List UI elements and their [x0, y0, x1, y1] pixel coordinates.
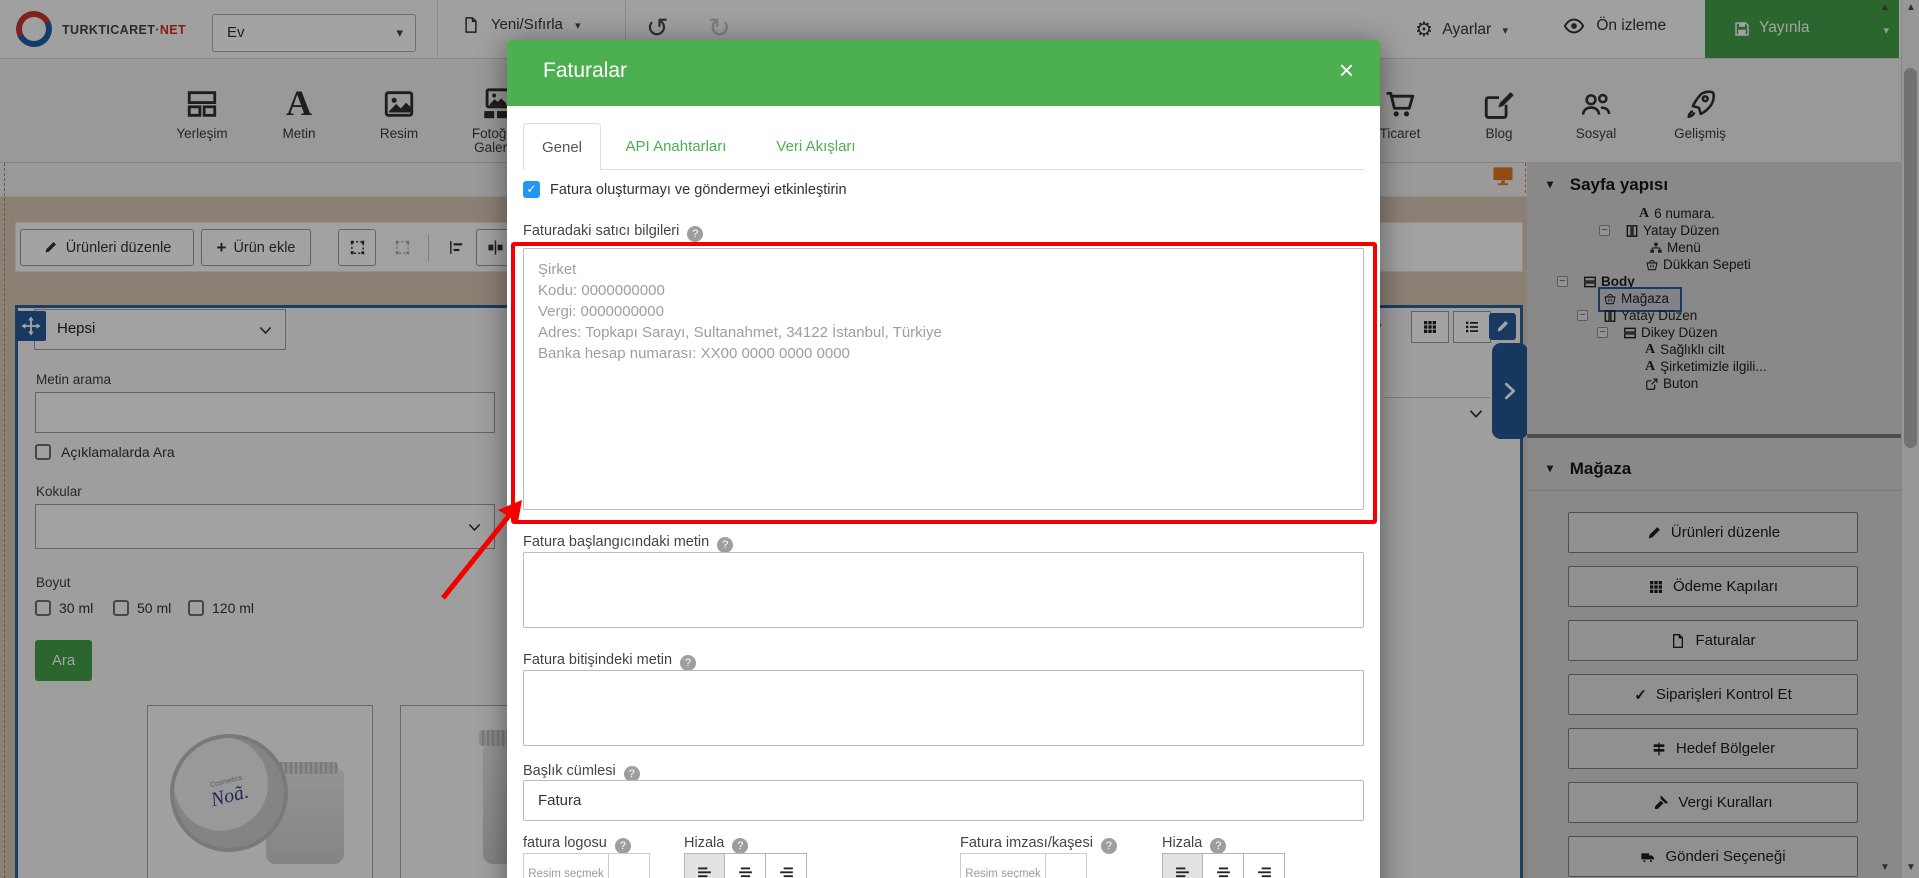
help-icon[interactable]: ? [1100, 838, 1117, 854]
invoice-end-label: Fatura bitişindeki metin? [523, 652, 697, 671]
align-center-button[interactable] [1203, 853, 1244, 878]
enable-invoices-row: ✓ Fatura oluşturmayı ve göndermeyi etkin… [523, 181, 847, 198]
tab-api-keys[interactable]: API Anahtarları [601, 123, 751, 170]
app-root: TURKTICARET·NET Ev ▾ Yeni/Sıfırla ▾ ↺ ↻ … [0, 0, 1919, 878]
align-right-icon [1256, 865, 1273, 878]
align-right-button[interactable] [1244, 853, 1285, 878]
align-label: Hizala? [684, 835, 749, 854]
edit-image-button[interactable] [609, 854, 649, 878]
edit-image-button[interactable] [1046, 854, 1086, 878]
logo-align-group [684, 853, 807, 878]
align-left-button[interactable] [684, 853, 725, 878]
modal-title: Faturalar [543, 59, 628, 82]
align-right-button[interactable] [766, 853, 807, 878]
tab-general[interactable]: Genel [523, 123, 601, 170]
title-phrase-input[interactable] [523, 780, 1364, 821]
tab-data-feeds[interactable]: Veri Akışları [751, 123, 881, 170]
modal-header: Faturalar × [507, 40, 1380, 106]
invoice-signature-label: Fatura imzası/kaşesi? [960, 835, 1117, 854]
align-label: Hizala? [1162, 835, 1227, 854]
invoice-start-label: Fatura başlangıcındaki metin? [523, 534, 734, 553]
seller-info-label: Faturadaki satıcı bilgileri? [523, 223, 704, 242]
invoice-start-textarea[interactable] [523, 552, 1364, 628]
align-center-icon [1215, 865, 1232, 878]
enable-invoices-label: Fatura oluşturmayı ve göndermeyi etkinle… [550, 181, 847, 198]
choose-image-label: Resim seçmek [961, 854, 1046, 878]
help-icon[interactable]: ? [732, 838, 749, 854]
help-icon[interactable]: ? [717, 537, 734, 553]
invoice-logo-picker[interactable]: Resim seçmek [523, 853, 650, 878]
align-center-icon [737, 865, 754, 878]
tab-underline [523, 169, 1364, 170]
invoice-signature-picker[interactable]: Resim seçmek [960, 853, 1087, 878]
close-icon[interactable]: × [1339, 55, 1354, 86]
enable-invoices-checkbox[interactable]: ✓ [523, 181, 540, 198]
help-icon[interactable]: ? [680, 655, 697, 671]
seller-info-textarea[interactable] [523, 248, 1364, 510]
choose-image-label: Resim seçmek [524, 854, 609, 878]
align-left-icon [696, 865, 713, 878]
invoice-logo-label: fatura logosu? [523, 835, 631, 854]
align-left-icon [1174, 865, 1191, 878]
help-icon[interactable]: ? [1210, 838, 1227, 854]
align-left-button[interactable] [1162, 853, 1203, 878]
invoices-modal: Faturalar × Genel API Anahtarları Veri A… [507, 40, 1380, 878]
invoice-end-textarea[interactable] [523, 670, 1364, 746]
help-icon[interactable]: ? [614, 838, 631, 854]
align-center-button[interactable] [725, 853, 766, 878]
help-icon[interactable]: ? [687, 226, 704, 242]
signature-align-group [1162, 853, 1285, 878]
align-right-icon [778, 865, 795, 878]
